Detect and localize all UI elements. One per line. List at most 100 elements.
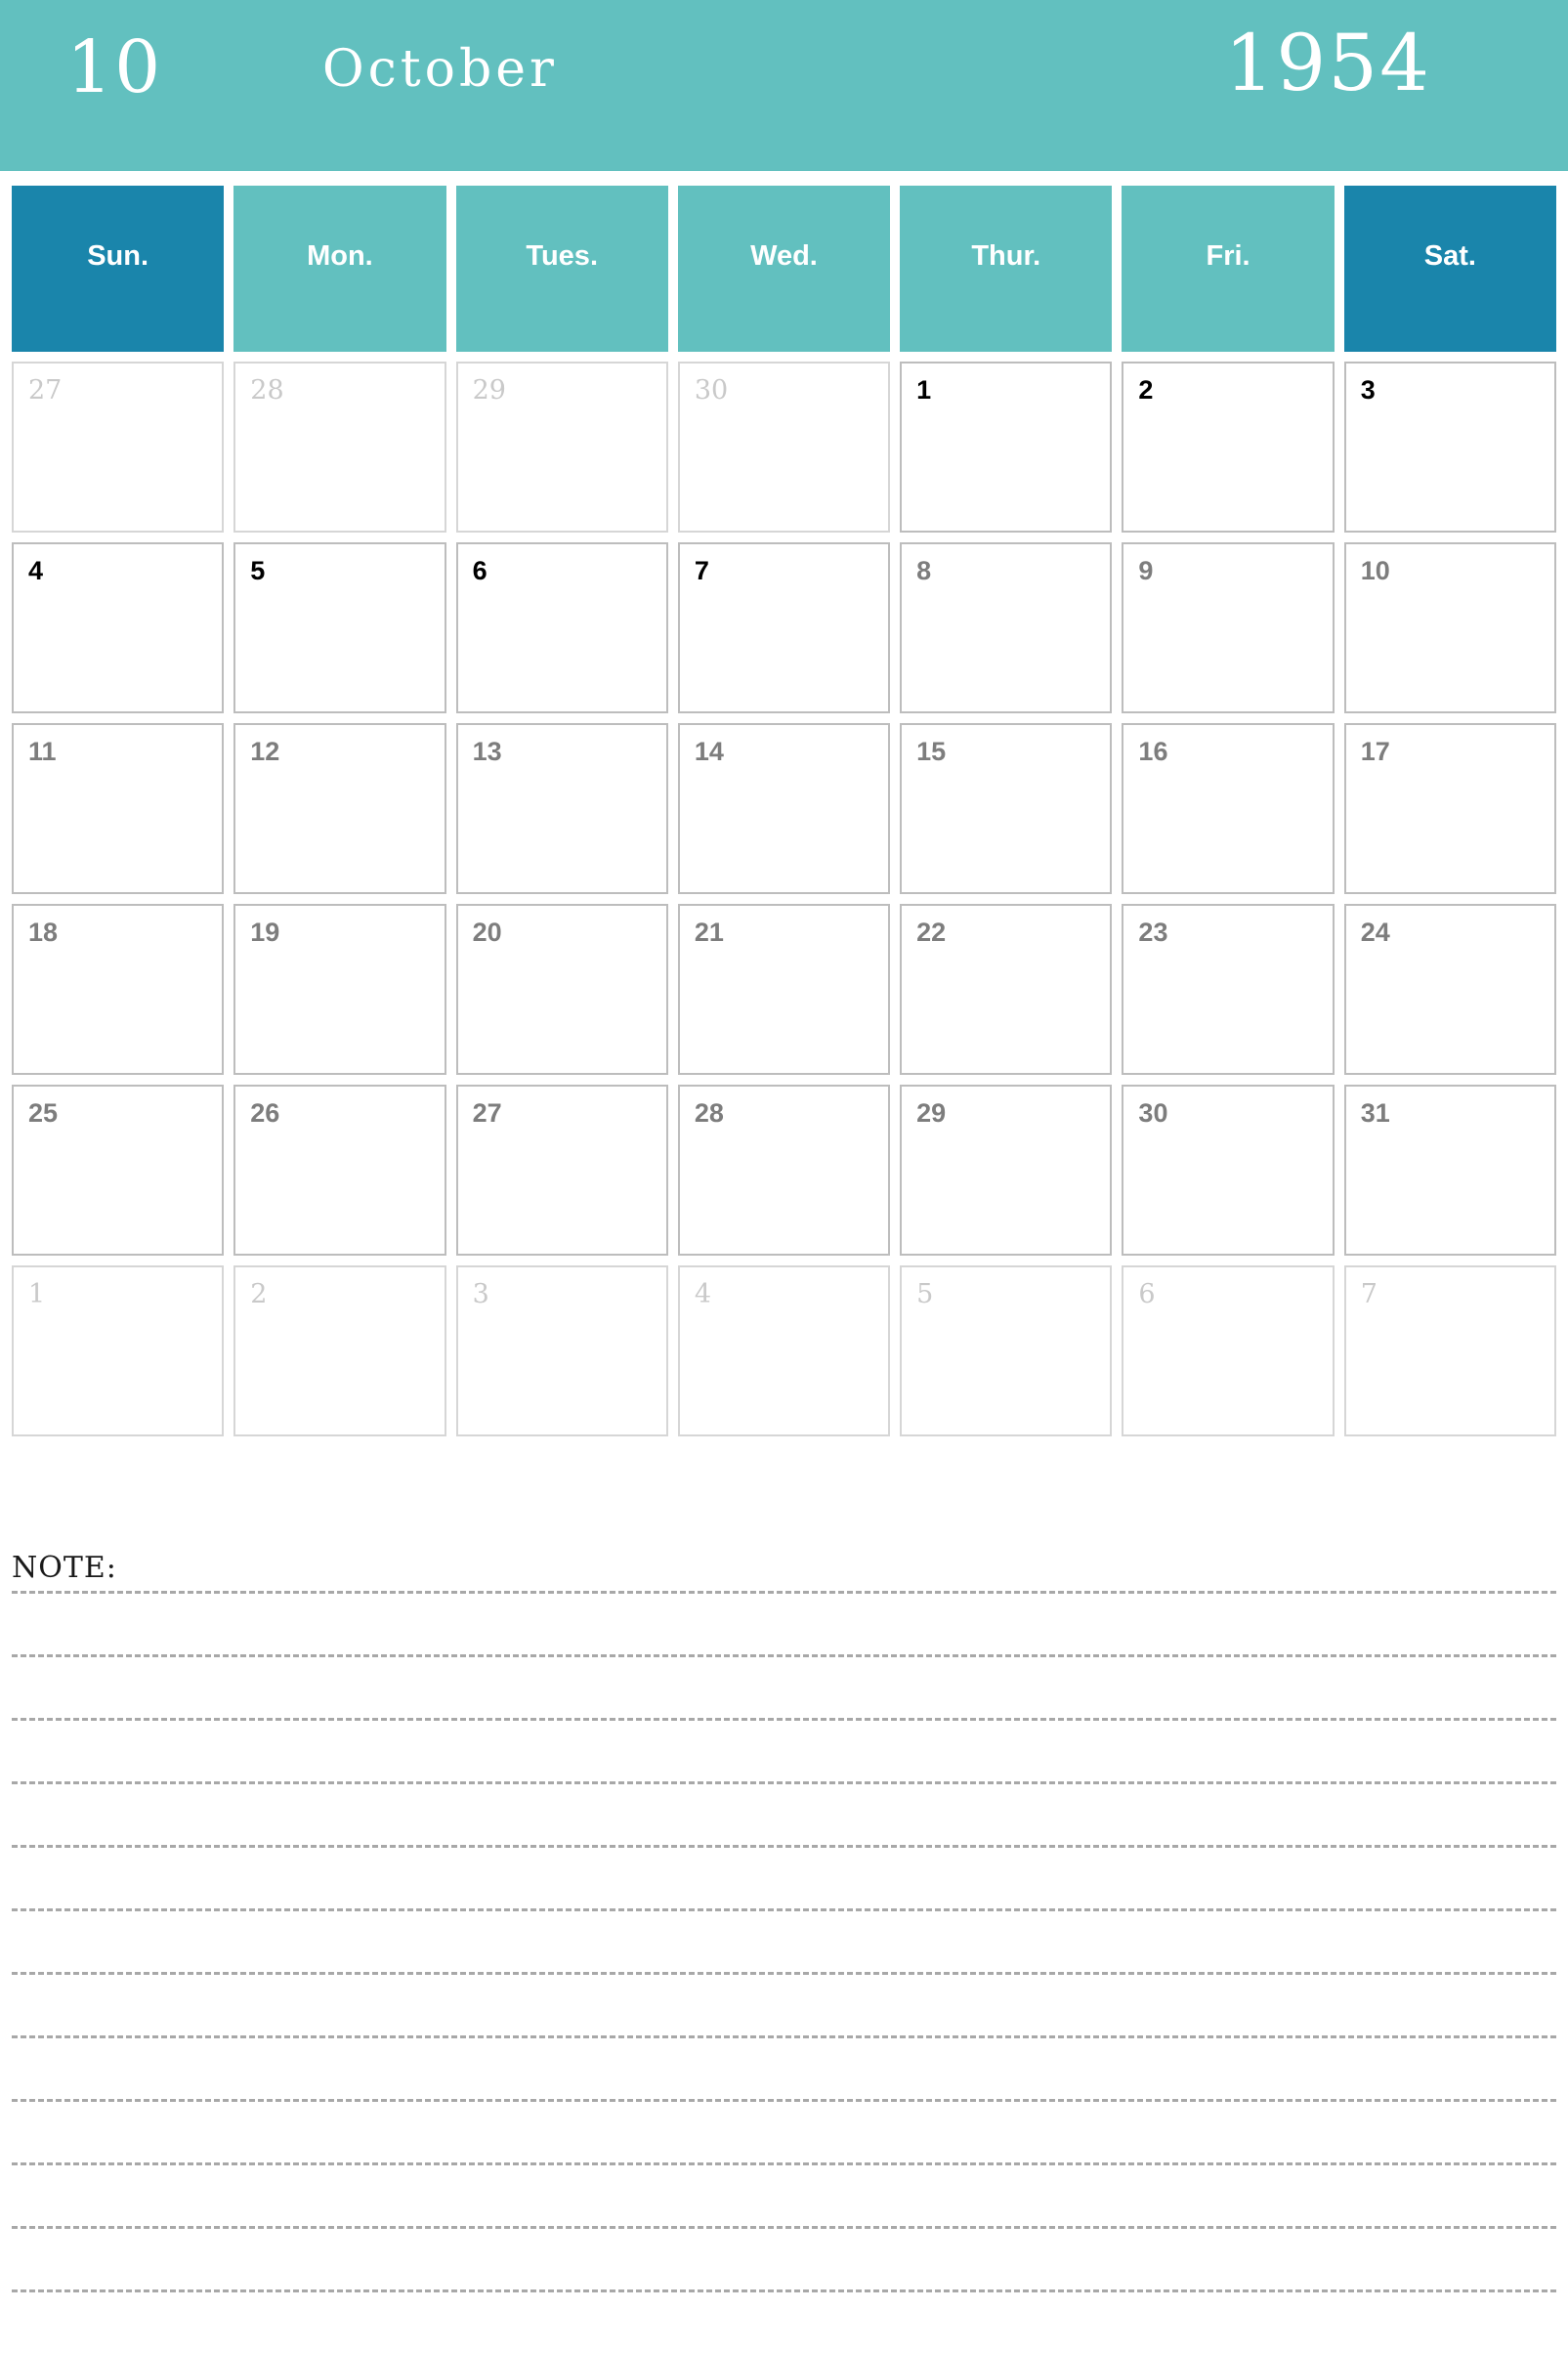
day-number: 14: [694, 737, 724, 766]
day-cell[interactable]: 24: [1343, 904, 1556, 1075]
day-number: 15: [916, 737, 947, 766]
day-cell[interactable]: 27: [455, 1085, 668, 1256]
day-cell[interactable]: 1: [12, 1265, 225, 1436]
note-lines-container: [12, 1591, 1556, 2292]
day-number: 4: [694, 1279, 712, 1309]
week-row: 25 26 27 28 29 30 31: [12, 1085, 1556, 1256]
day-cell[interactable]: 28: [677, 1085, 891, 1256]
day-cell[interactable]: 12: [233, 723, 446, 894]
day-number: 3: [472, 1279, 489, 1309]
day-number: 28: [250, 375, 284, 406]
day-number: 6: [1138, 1279, 1156, 1309]
day-number: 7: [694, 556, 709, 585]
day-cell[interactable]: 13: [455, 723, 668, 894]
day-cell[interactable]: 7: [1343, 1265, 1556, 1436]
note-write-line[interactable]: [12, 2099, 1556, 2102]
day-cell[interactable]: 29: [455, 362, 668, 533]
day-number: 25: [28, 1098, 59, 1128]
day-cell[interactable]: 3: [1343, 362, 1556, 533]
note-write-line[interactable]: [12, 1718, 1556, 1721]
day-number: 30: [694, 375, 729, 406]
note-write-line[interactable]: [12, 2289, 1556, 2292]
day-cell[interactable]: 22: [900, 904, 1113, 1075]
day-cell[interactable]: 11: [12, 723, 225, 894]
day-cell[interactable]: 18: [12, 904, 225, 1075]
week-row: 27 28 29 30 1 2 3: [12, 362, 1556, 533]
day-cell[interactable]: 16: [1122, 723, 1335, 894]
note-write-line[interactable]: [12, 1781, 1556, 1784]
week-row: 18 19 20 21 22 23 24: [12, 904, 1556, 1075]
day-cell[interactable]: 17: [1343, 723, 1556, 894]
note-write-line[interactable]: [12, 1972, 1556, 1975]
day-number: 11: [28, 737, 57, 766]
day-cell[interactable]: 20: [455, 904, 668, 1075]
day-number: 29: [916, 1098, 947, 1128]
note-write-line[interactable]: [12, 2162, 1556, 2165]
day-cell[interactable]: 29: [900, 1085, 1113, 1256]
weekday-label: Mon.: [307, 240, 373, 272]
day-number: 26: [250, 1098, 280, 1128]
day-number: 2: [1138, 375, 1154, 405]
calendar-grid: Sun. Mon. Tues. Wed. Thur. Fri. Sat. 27 28 29 30 1…: [12, 186, 1556, 1446]
day-number: 24: [1360, 918, 1390, 947]
day-number: 6: [472, 556, 487, 585]
day-cell[interactable]: 25: [12, 1085, 225, 1256]
note-write-line[interactable]: [12, 1654, 1556, 1657]
day-cell[interactable]: 9: [1122, 542, 1335, 713]
day-cell[interactable]: 7: [677, 542, 891, 713]
weekday-header-wed: Wed.: [677, 186, 891, 352]
day-cell[interactable]: 26: [233, 1085, 446, 1256]
day-cell[interactable]: 27: [12, 362, 225, 533]
week-row: 4 5 6 7 8 9 10: [12, 542, 1556, 713]
day-cell[interactable]: 2: [1122, 362, 1335, 533]
day-cell[interactable]: 15: [900, 723, 1113, 894]
day-cell[interactable]: 5: [233, 542, 446, 713]
weekday-label: Sun.: [87, 240, 149, 272]
day-cell[interactable]: 8: [900, 542, 1113, 713]
weekday-header-fri: Fri.: [1122, 186, 1335, 352]
day-cell[interactable]: 19: [233, 904, 446, 1075]
day-cell[interactable]: 21: [677, 904, 891, 1075]
day-number: 27: [28, 375, 63, 406]
day-cell[interactable]: 1: [900, 362, 1113, 533]
day-number: 21: [694, 918, 724, 947]
day-cell[interactable]: 10: [1343, 542, 1556, 713]
day-number: 29: [472, 375, 506, 406]
day-cell[interactable]: 3: [455, 1265, 668, 1436]
day-cell[interactable]: 2: [233, 1265, 446, 1436]
weekday-label: Sat.: [1423, 240, 1476, 272]
day-number: 12: [250, 737, 280, 766]
day-cell[interactable]: 30: [677, 362, 891, 533]
note-write-line[interactable]: [12, 2226, 1556, 2229]
note-write-line[interactable]: [12, 1845, 1556, 1848]
day-number: 20: [472, 918, 502, 947]
day-cell[interactable]: 30: [1122, 1085, 1335, 1256]
day-cell[interactable]: 4: [12, 542, 225, 713]
note-write-line[interactable]: [12, 2035, 1556, 2038]
day-number: 1: [28, 1279, 46, 1309]
day-cell[interactable]: 6: [455, 542, 668, 713]
day-cell[interactable]: 28: [233, 362, 446, 533]
weekday-label: Tues.: [526, 240, 598, 272]
day-cell[interactable]: 6: [1122, 1265, 1335, 1436]
day-cell[interactable]: 14: [677, 723, 891, 894]
day-number: 3: [1360, 375, 1376, 405]
day-cell[interactable]: 4: [677, 1265, 891, 1436]
day-number: 13: [472, 737, 502, 766]
day-number: 9: [1138, 556, 1154, 585]
day-cell[interactable]: 31: [1343, 1085, 1556, 1256]
week-row: 1 2 3 4 5 6 7: [12, 1265, 1556, 1436]
note-write-line[interactable]: [12, 1908, 1556, 1911]
calendar-header-banner: 10 October 1954: [0, 0, 1568, 171]
day-number: 5: [916, 1279, 934, 1309]
note-write-line[interactable]: [12, 1591, 1556, 1594]
day-cell[interactable]: 5: [900, 1265, 1113, 1436]
weekday-label: Wed.: [750, 240, 818, 272]
day-cell[interactable]: 23: [1122, 904, 1335, 1075]
day-number: 8: [916, 556, 932, 585]
day-number: 28: [694, 1098, 724, 1128]
day-number: 27: [472, 1098, 502, 1128]
header-year: 1954: [1224, 18, 1431, 108]
weekday-header-tues: Tues.: [455, 186, 668, 352]
day-number: 17: [1360, 737, 1390, 766]
